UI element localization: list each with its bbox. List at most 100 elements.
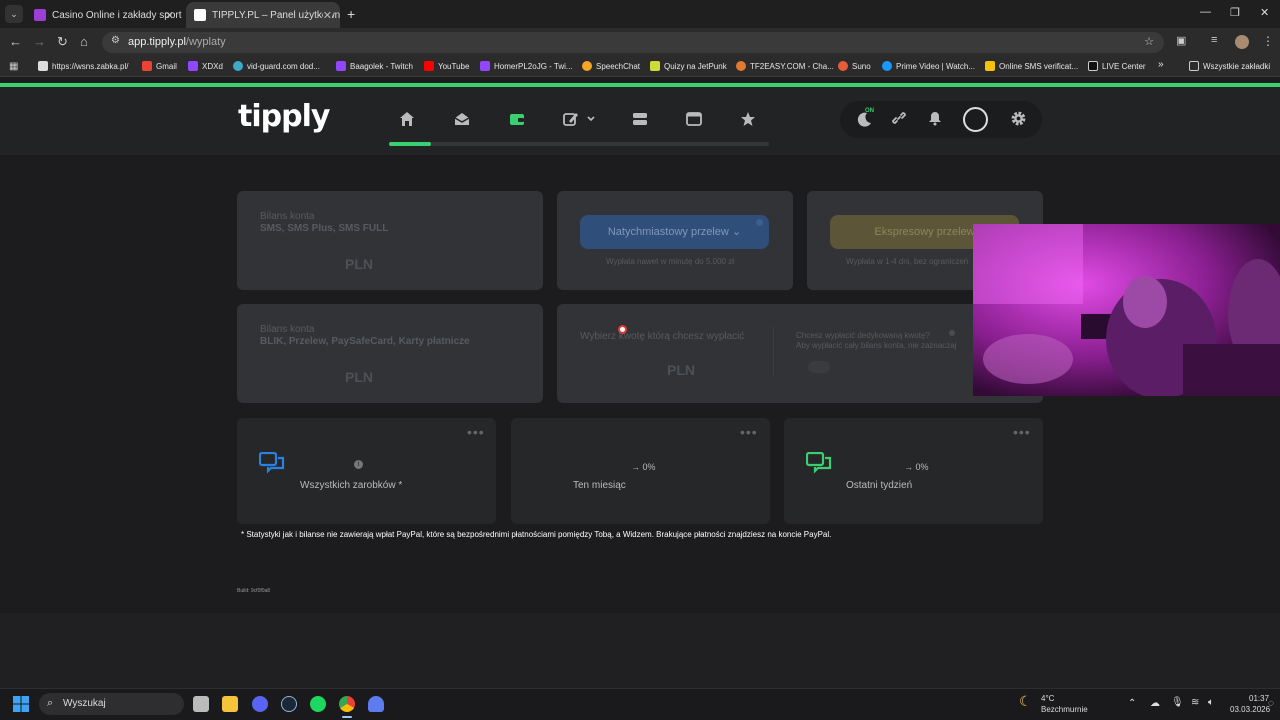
discord-icon[interactable] bbox=[252, 696, 268, 712]
back-icon[interactable]: ← bbox=[9, 34, 22, 49]
bookmark-item[interactable]: Baagolek - Twitch bbox=[336, 61, 413, 71]
onedrive-icon[interactable]: ☁ bbox=[1150, 698, 1160, 709]
microphone-icon[interactable]: 🎙︎ bbox=[1171, 697, 1184, 708]
bookmark-item[interactable]: Prime Video | Watch... bbox=[882, 61, 975, 71]
notifications-icon[interactable]: ◌ bbox=[1268, 698, 1274, 709]
more-options-button[interactable]: ••• bbox=[1013, 424, 1031, 440]
weather-desc[interactable]: Bezchmurnie bbox=[1041, 705, 1088, 714]
steam-icon[interactable] bbox=[281, 696, 297, 712]
maximize-icon[interactable]: ❐ bbox=[1230, 6, 1240, 19]
site-info-icon[interactable]: ⚙ bbox=[111, 35, 120, 46]
chrome-icon[interactable] bbox=[339, 696, 355, 712]
bookmark-item[interactable]: vid-guard.com dod... bbox=[233, 61, 320, 71]
url-host: app.tipply.pl bbox=[128, 36, 186, 48]
balance-currency: PLN bbox=[345, 369, 373, 385]
nav-messages-icon[interactable] bbox=[453, 111, 471, 129]
balance-card-sms: Bilans konta SMS, SMS Plus, SMS FULL PLN bbox=[237, 191, 543, 290]
close-tab-icon[interactable]: ✕ bbox=[165, 9, 174, 22]
bookmark-item[interactable]: Quizy na JetPunk bbox=[650, 61, 727, 71]
tipply-logo[interactable]: tipply bbox=[238, 99, 330, 134]
bookmark-item[interactable]: XDXd bbox=[188, 61, 223, 71]
speechchat-icon bbox=[582, 61, 592, 71]
clock-date[interactable]: 03.03.2026 bbox=[1230, 705, 1270, 714]
bookmark-item[interactable]: Online SMS verificat... bbox=[985, 61, 1078, 71]
reload-icon[interactable]: ↻ bbox=[57, 34, 68, 50]
stat-label: Wszystkich zarobków * bbox=[300, 480, 403, 491]
zabka-icon bbox=[38, 61, 48, 71]
info-icon[interactable] bbox=[756, 219, 763, 226]
tab-casino[interactable]: Casino Online i zakłady sportow ✕ bbox=[26, 2, 182, 28]
new-tab-button[interactable]: + bbox=[347, 6, 355, 22]
bell-icon[interactable] bbox=[926, 110, 944, 128]
profile-avatar[interactable] bbox=[1235, 35, 1249, 49]
nav-layers-icon[interactable] bbox=[631, 111, 649, 129]
tab-title: TIPPLY.PL – Panel użytkownika bbox=[212, 9, 340, 21]
all-bookmarks-folder[interactable]: Wszystkie zakładki bbox=[1189, 61, 1270, 71]
avatar[interactable] bbox=[963, 107, 988, 132]
tab-tipply[interactable]: TIPPLY.PL – Panel użytkownika ✕ bbox=[186, 2, 340, 28]
bookmark-item[interactable]: HomerPL2oJG - Twi... bbox=[480, 61, 573, 71]
media-icon[interactable]: ≡ bbox=[1211, 34, 1217, 46]
spotify-icon[interactable] bbox=[310, 696, 326, 712]
bookmark-item[interactable]: YouTube bbox=[424, 61, 469, 71]
bookmarks-overflow-button[interactable]: » bbox=[1158, 59, 1164, 70]
chat-icon bbox=[805, 451, 832, 479]
minimize-icon[interactable]: — bbox=[1200, 6, 1211, 18]
info-icon[interactable] bbox=[949, 330, 955, 336]
toggle-badge: ON bbox=[865, 108, 874, 114]
home-icon[interactable]: ⌂ bbox=[80, 34, 88, 49]
menu-icon[interactable]: ⋮ bbox=[1262, 34, 1274, 48]
close-tab-icon[interactable]: ✕ bbox=[322, 8, 332, 22]
nav-progress-track bbox=[389, 142, 769, 146]
nav-edit-dropdown-icon[interactable] bbox=[562, 111, 598, 129]
bookmark-star-icon[interactable]: ☆ bbox=[1144, 35, 1154, 48]
stat-change: → 0% bbox=[631, 462, 656, 472]
bookmark-item[interactable]: TF2EASY.COM - Cha... bbox=[736, 61, 834, 71]
vidguard-icon bbox=[233, 61, 243, 71]
prime-video-icon bbox=[882, 61, 892, 71]
link-icon[interactable] bbox=[890, 110, 908, 128]
extensions-icon[interactable]: ▣ bbox=[1176, 34, 1186, 47]
nav-window-icon[interactable] bbox=[685, 111, 703, 129]
info-icon[interactable]: i bbox=[354, 460, 363, 469]
file-explorer-icon[interactable] bbox=[222, 696, 238, 712]
bookmark-item[interactable]: Suno bbox=[838, 61, 871, 71]
dark-mode-toggle[interactable]: ON bbox=[855, 108, 883, 131]
more-options-button[interactable]: ••• bbox=[740, 424, 758, 440]
taskbar-search-input[interactable]: ⌕ Wyszukaj bbox=[39, 693, 184, 715]
tray-overflow-icon[interactable]: ⌃ bbox=[1128, 698, 1136, 709]
weather-temp[interactable]: 4°C bbox=[1041, 694, 1054, 703]
stat-label: Ten miesiąc bbox=[573, 480, 626, 491]
close-window-icon[interactable]: ✕ bbox=[1260, 6, 1269, 19]
gear-icon[interactable] bbox=[1009, 110, 1027, 128]
nav-wallet-icon[interactable] bbox=[508, 111, 526, 129]
apps-grid-icon[interactable]: ▦ bbox=[9, 61, 18, 72]
balance-card-payments: Bilans konta BLIK, Przelew, PaySafeCard,… bbox=[237, 304, 543, 403]
vpn-icon[interactable] bbox=[368, 696, 384, 712]
wifi-icon[interactable]: ≋ bbox=[1191, 697, 1199, 708]
nav-star-icon[interactable] bbox=[739, 111, 757, 129]
bookmark-item[interactable]: Gmail bbox=[142, 61, 177, 71]
balance-label: Bilans konta bbox=[260, 324, 315, 335]
custom-amount-hint: Aby wypłacić cały bilans konta, nie zazn… bbox=[796, 341, 957, 350]
more-options-button[interactable]: ••• bbox=[467, 424, 485, 440]
bookmark-item[interactable]: LIVE Center bbox=[1088, 61, 1146, 71]
folder-icon bbox=[1189, 61, 1199, 71]
clock-time[interactable]: 01:37 bbox=[1249, 694, 1269, 703]
url-bar[interactable]: ⚙ app.tipply.pl/wyplaty ☆ bbox=[102, 32, 1164, 53]
bookmark-item[interactable]: https://wsns.zabka.pl/ bbox=[38, 61, 128, 71]
instant-transfer-button[interactable]: Natychmiastowy przelew ⌄ bbox=[580, 215, 769, 249]
custom-amount-question: Chcesz wypłacić dedykowaną kwotę? bbox=[796, 331, 930, 340]
nav-home-icon[interactable] bbox=[398, 111, 416, 129]
bookmark-item[interactable]: SpeechChat bbox=[582, 61, 640, 71]
task-view-icon[interactable] bbox=[193, 696, 209, 712]
amount-prompt: Wybierz kwotę którą chcesz wypłacić bbox=[580, 331, 745, 342]
twitch-icon bbox=[480, 61, 490, 71]
forward-icon[interactable]: → bbox=[33, 34, 46, 49]
volume-icon[interactable]: 🔈︎ bbox=[1208, 697, 1214, 708]
windows-start-icon[interactable] bbox=[13, 696, 29, 712]
twitch-icon bbox=[188, 61, 198, 71]
custom-amount-toggle[interactable] bbox=[808, 361, 830, 373]
transfer-caption: Wypłata nawet w minutę do 5.000 zł bbox=[606, 257, 734, 266]
tab-list-button[interactable]: ⌄ bbox=[5, 5, 23, 23]
